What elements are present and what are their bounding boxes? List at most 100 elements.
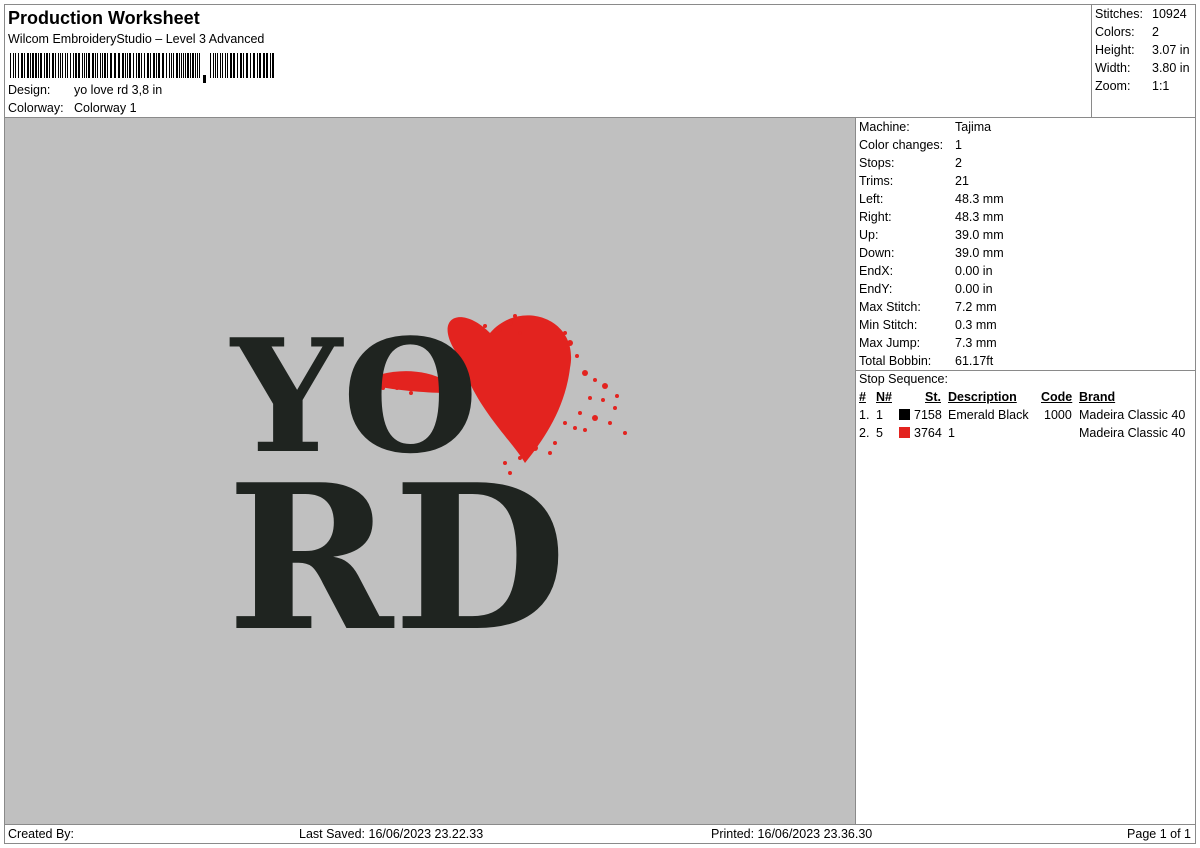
barcode-bar [10, 53, 11, 78]
stat-value: 2 [955, 156, 962, 170]
summary-label: Height: [1095, 43, 1135, 57]
barcode-bar [60, 53, 61, 78]
barcode-bar [65, 53, 66, 78]
barcode-bar [144, 53, 145, 78]
barcode-bar [27, 53, 29, 78]
row-stitches: 7158 [914, 408, 942, 422]
stat-label: Color changes: [859, 138, 944, 152]
barcode-bar [122, 53, 124, 78]
barcode-bar [35, 53, 37, 78]
summary-row: Height: 3.07 in [1092, 41, 1195, 59]
barcode-bar [58, 53, 59, 78]
summary-label: Zoom: [1095, 79, 1131, 93]
col-header-brand: Brand [1079, 390, 1116, 404]
stat-value: 39.0 mm [955, 228, 1004, 242]
splatter-dot [513, 314, 517, 318]
row-stitches: 3764 [914, 426, 942, 440]
stat-label: Machine: [859, 120, 910, 134]
barcode-bar [24, 53, 25, 78]
barcode-bar [210, 53, 211, 78]
barcode-bar [32, 53, 34, 78]
barcode-bar [133, 53, 134, 78]
stat-label: Stops: [859, 156, 895, 170]
barcode-bar [55, 53, 56, 78]
barcode-bar [102, 53, 103, 78]
col-header-description: Description [948, 390, 1017, 404]
stat-label: Max Jump: [859, 336, 921, 350]
barcode-bar [230, 53, 232, 78]
table-row: 1. 1 7158 Emerald Black 1000 Madeira Cla… [856, 406, 1196, 424]
barcode-bar [15, 53, 16, 78]
design-preview: YO RD [5, 118, 855, 824]
barcode-bar [240, 53, 242, 78]
printed-date: Printed: 16/06/2023 23.36.30 [711, 827, 873, 841]
barcode-bar [30, 53, 31, 78]
created-by: Created By: [8, 827, 75, 841]
stat-label: Min Stitch: [859, 318, 918, 332]
splatter-dot [573, 426, 577, 430]
barcode-bar [100, 53, 101, 78]
stat-label: Up: [859, 228, 879, 242]
barcode-bar [243, 53, 244, 78]
stat-row: Color changes: 1 [856, 136, 1196, 154]
barcode-bar [181, 53, 182, 78]
table-row: 2. 5 3764 1 Madeira Classic 40 [856, 424, 1196, 442]
row-description: Emerald Black [948, 408, 1029, 422]
barcode-bar [166, 53, 167, 78]
barcode-bar [187, 53, 189, 78]
barcode-separator [203, 75, 206, 83]
worksheet-header: Production Worksheet Wilcom EmbroiderySt… [5, 5, 1091, 117]
barcode-bar [67, 53, 68, 78]
stat-row: Max Stitch: 7.2 mm [856, 298, 1196, 316]
barcode-bar [13, 53, 14, 78]
barcode-bar [114, 53, 116, 78]
barcode-bar [246, 53, 248, 78]
design-row: Design: yo love rd 3,8 in [8, 83, 162, 97]
barcode-bar [84, 53, 85, 78]
barcode-bar [179, 53, 180, 78]
colorway-row: Colorway: Colorway 1 [8, 101, 137, 115]
barcode-bar [217, 53, 218, 78]
stat-row: Trims: 21 [856, 172, 1196, 190]
barcode-bar [176, 53, 178, 78]
barcode-bar [129, 53, 131, 78]
barcode-bar [150, 53, 151, 78]
barcode-bar [21, 53, 23, 78]
barcode-bar [220, 53, 221, 78]
stat-row: Left: 48.3 mm [856, 190, 1196, 208]
stat-row: EndX: 0.00 in [856, 262, 1196, 280]
stat-value: 0.00 in [955, 264, 993, 278]
row-brand: Madeira Classic 40 [1079, 426, 1186, 440]
stat-label: Left: [859, 192, 884, 206]
barcode-bar [259, 53, 261, 78]
stat-value: 7.2 mm [955, 300, 997, 314]
summary-row: Width: 3.80 in [1092, 59, 1195, 77]
splatter-dot [608, 421, 612, 425]
summary-label: Width: [1095, 61, 1131, 75]
splatter-dot [498, 328, 502, 332]
stat-value: 61.17ft [955, 354, 994, 368]
barcode-bar [253, 53, 255, 78]
barcode-bar [118, 53, 120, 78]
barcode-bar [233, 53, 235, 78]
barcode-bar [78, 53, 80, 78]
stat-value: 48.3 mm [955, 192, 1004, 206]
design-label: Design: [8, 83, 51, 97]
stat-label: Max Stitch: [859, 300, 921, 314]
stat-label: Total Bobbin: [859, 354, 932, 368]
barcode-bar [82, 53, 83, 78]
barcode-bar [156, 53, 157, 78]
stat-row: Total Bobbin: 61.17ft [856, 352, 1196, 370]
splatter-dot [623, 431, 627, 435]
stats-divider [856, 370, 1196, 371]
stitch-statistics: Machine: Tajima Color changes: 1 Stops: 2 Trim… [856, 118, 1196, 370]
stat-value: 7.3 mm [955, 336, 997, 350]
stat-value: 21 [955, 174, 969, 188]
barcode-bar [107, 53, 108, 78]
splatter-dot [518, 331, 522, 335]
page-title: Production Worksheet [8, 8, 200, 28]
barcode-bar [125, 53, 126, 78]
color-swatch [899, 409, 910, 420]
barcode-bar [222, 53, 223, 78]
barcode-bar [215, 53, 216, 78]
